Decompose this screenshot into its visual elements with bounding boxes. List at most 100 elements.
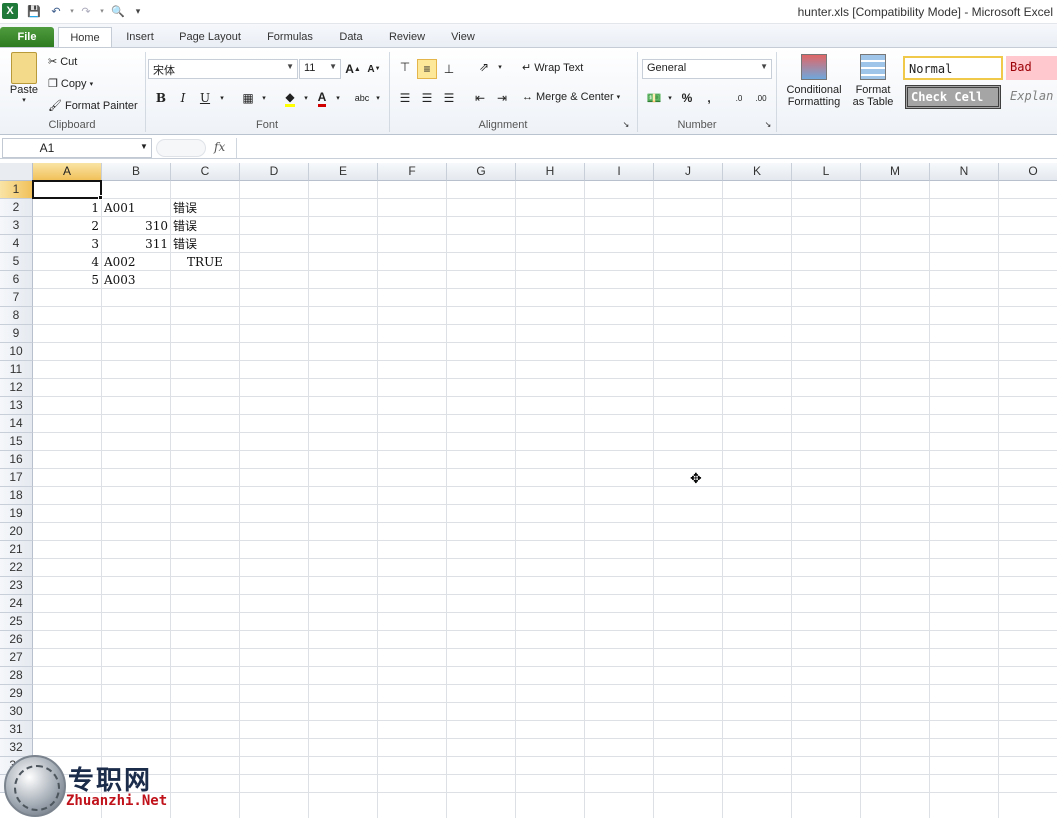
row-header-20[interactable]: 20 [0, 523, 33, 541]
comma-button[interactable]: , [699, 88, 719, 108]
row-header-9[interactable]: 9 [0, 325, 33, 343]
column-header-g[interactable]: G [447, 163, 516, 181]
column-header-i[interactable]: I [585, 163, 654, 181]
column-header-l[interactable]: L [792, 163, 861, 181]
tab-insert[interactable]: Insert [116, 27, 164, 48]
cell-b2[interactable]: A001 [104, 199, 168, 217]
row-header-2[interactable]: 2 [0, 199, 33, 217]
formula-input[interactable] [236, 138, 1057, 158]
row-header-15[interactable]: 15 [0, 433, 33, 451]
row-header-22[interactable]: 22 [0, 559, 33, 577]
wrap-text-button[interactable]: ↵ Wrap Text [522, 60, 583, 76]
underline-dropdown-icon[interactable]: ▾ [212, 88, 232, 108]
column-header-c[interactable]: C [171, 163, 240, 181]
redo-icon[interactable]: ↷ [78, 3, 94, 19]
column-header-d[interactable]: D [240, 163, 309, 181]
row-header-24[interactable]: 24 [0, 595, 33, 613]
decrease-indent-icon[interactable]: ⇤ [470, 88, 490, 108]
style-check-cell[interactable]: Check Cell [905, 85, 1001, 109]
cell-a4[interactable]: 3 [35, 235, 99, 253]
increase-indent-icon[interactable]: ⇥ [492, 88, 512, 108]
chevron-down-icon[interactable]: ▼ [140, 142, 148, 151]
row-header-30[interactable]: 30 [0, 703, 33, 721]
cell-b3[interactable]: 310 [104, 217, 168, 235]
grow-font-button[interactable]: A ▲ [343, 59, 363, 79]
row-header-27[interactable]: 27 [0, 649, 33, 667]
column-header-n[interactable]: N [930, 163, 999, 181]
increase-decimal-icon[interactable]: .0 [729, 88, 749, 108]
align-left-icon[interactable]: ☰ [395, 88, 415, 108]
row-header-7[interactable]: 7 [0, 289, 33, 307]
row-header-12[interactable]: 12 [0, 379, 33, 397]
style-normal[interactable]: Normal [903, 56, 1003, 80]
orientation-dropdown-icon[interactable]: ▾ [490, 57, 510, 77]
row-header-11[interactable]: 11 [0, 361, 33, 379]
shrink-font-button[interactable]: A ▼ [364, 59, 384, 79]
tab-view[interactable]: View [442, 27, 484, 48]
dialog-launcher-icon[interactable]: ↘ [762, 118, 774, 130]
dialog-launcher-icon[interactable]: ↘ [620, 118, 632, 130]
conditional-formatting-button[interactable]: Conditional Formatting [782, 54, 846, 108]
style-bad[interactable]: Bad [1006, 56, 1057, 80]
cell-b5[interactable]: A002 [104, 253, 168, 271]
row-header-5[interactable]: 5 [0, 253, 33, 271]
cell-c2[interactable]: 错误 [173, 199, 237, 217]
paste-button[interactable]: Paste ▾ [6, 52, 42, 104]
column-header-k[interactable]: K [723, 163, 792, 181]
tab-review[interactable]: Review [384, 27, 430, 48]
font-size-select[interactable]: 11 ▼ [299, 59, 341, 79]
fill-handle[interactable] [98, 195, 103, 200]
column-header-j[interactable]: J [654, 163, 723, 181]
align-right-icon[interactable]: ☰ [439, 88, 459, 108]
align-middle-icon[interactable]: ≡ [417, 59, 437, 79]
row-header-1[interactable]: 1 [0, 181, 33, 199]
save-icon[interactable]: 💾 [26, 3, 42, 19]
column-header-a[interactable]: A [33, 163, 102, 181]
merge-center-button[interactable]: ↔ Merge & Center ▾ [522, 89, 620, 105]
cell-a6[interactable]: 5 [35, 271, 99, 289]
column-header-e[interactable]: E [309, 163, 378, 181]
cell-a3[interactable]: 2 [35, 217, 99, 235]
spreadsheet-grid[interactable]: A B C D E F G H I J K L M N O 1 2 3 4 5 6 7 8 9 10 11 12 13 14 15 16 17… [0, 163, 1057, 818]
tab-data[interactable]: Data [332, 27, 370, 48]
formula-bar-resize-handle[interactable] [156, 139, 206, 157]
cell-a5[interactable]: 4 [35, 253, 99, 271]
tab-home[interactable]: Home [58, 27, 112, 48]
row-header-8[interactable]: 8 [0, 307, 33, 325]
row-header-21[interactable]: 21 [0, 541, 33, 559]
column-header-b[interactable]: B [102, 163, 171, 181]
format-painter-button[interactable]: 🖌 Format Painter [48, 98, 138, 114]
row-header-23[interactable]: 23 [0, 577, 33, 595]
customize-qat-icon[interactable]: ▾ [130, 3, 146, 19]
name-box[interactable]: A1 [2, 138, 152, 158]
row-header-4[interactable]: 4 [0, 235, 33, 253]
phonetic-dropdown-icon[interactable]: ▾ [368, 88, 388, 108]
format-as-table-button[interactable]: Format as Table [848, 54, 898, 108]
number-format-select[interactable]: General ▼ [642, 59, 772, 79]
font-color-dropdown-icon[interactable]: ▾ [328, 88, 348, 108]
tab-page-layout[interactable]: Page Layout [172, 27, 248, 48]
style-explanatory[interactable]: Explan [1006, 85, 1057, 109]
font-name-select[interactable]: 宋体 ▼ [148, 59, 298, 79]
cell-c3[interactable]: 错误 [173, 217, 237, 235]
border-dropdown-icon[interactable]: ▾ [254, 88, 274, 108]
column-header-f[interactable]: F [378, 163, 447, 181]
row-header-14[interactable]: 14 [0, 415, 33, 433]
cut-button[interactable]: ✂ Cut [48, 54, 77, 70]
tab-file[interactable]: File [0, 27, 54, 48]
row-header-31[interactable]: 31 [0, 721, 33, 739]
percent-button[interactable]: % [677, 88, 697, 108]
column-header-h[interactable]: H [516, 163, 585, 181]
row-header-25[interactable]: 25 [0, 613, 33, 631]
align-center-icon[interactable]: ☰ [417, 88, 437, 108]
column-header-m[interactable]: M [861, 163, 930, 181]
row-header-6[interactable]: 6 [0, 271, 33, 289]
row-header-28[interactable]: 28 [0, 667, 33, 685]
cell-b4[interactable]: 311 [104, 235, 168, 253]
row-header-19[interactable]: 19 [0, 505, 33, 523]
align-top-icon[interactable]: ⊤ [395, 57, 415, 77]
row-header-3[interactable]: 3 [0, 217, 33, 235]
decrease-decimal-icon[interactable]: .00 [751, 88, 771, 108]
bold-button[interactable]: B [151, 88, 171, 108]
row-header-13[interactable]: 13 [0, 397, 33, 415]
